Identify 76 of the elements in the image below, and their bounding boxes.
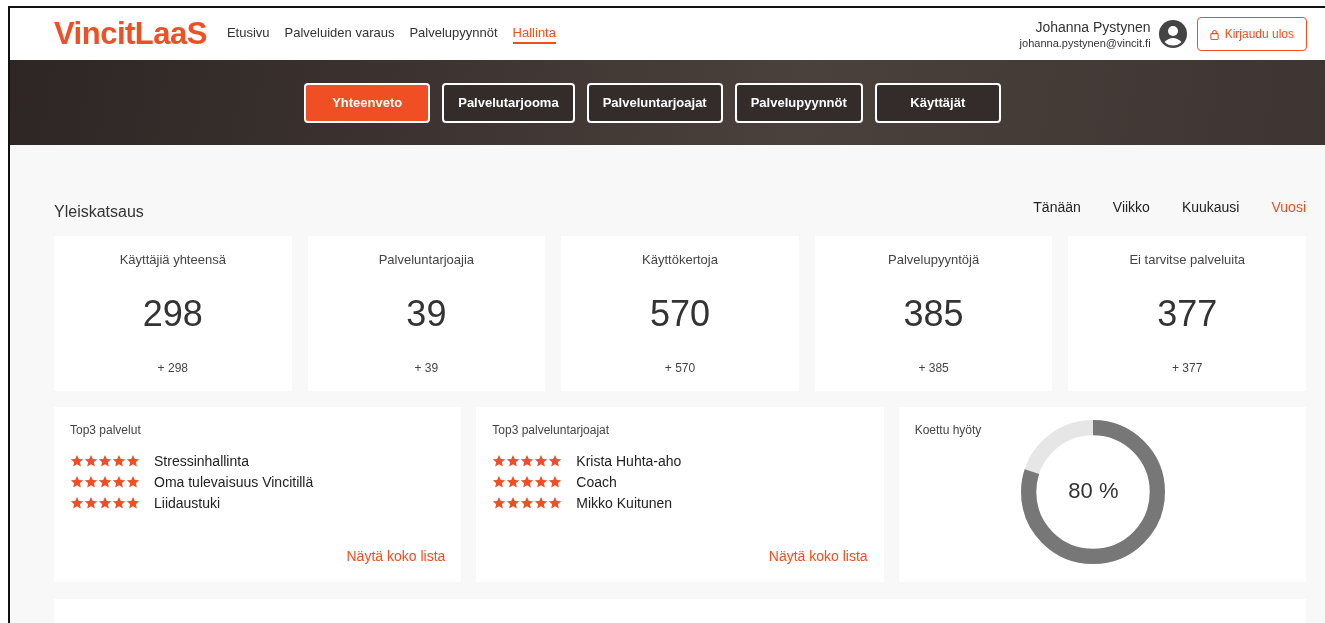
star-icon bbox=[70, 475, 84, 489]
star-icon bbox=[534, 454, 549, 468]
star-icon bbox=[520, 454, 535, 468]
star-icon bbox=[70, 454, 84, 468]
star-icon bbox=[506, 496, 521, 510]
list-item-name[interactable]: Liidaustuki bbox=[154, 495, 221, 511]
stat-value: 39 bbox=[406, 293, 447, 335]
star-icon bbox=[520, 475, 535, 489]
star-icon bbox=[506, 475, 521, 489]
stat-change: + 39 bbox=[414, 361, 439, 375]
stat-label: Käyttäjiä yhteensä bbox=[119, 252, 226, 267]
nav-link[interactable]: Etusivu bbox=[226, 24, 270, 44]
star-icon bbox=[492, 496, 507, 510]
stat-label: Palvelupyyntöjä bbox=[888, 252, 980, 267]
stat-label: Käyttökertoja bbox=[642, 252, 718, 267]
stat-change: + 570 bbox=[664, 361, 696, 375]
period-filter[interactable]: Tänään bbox=[1033, 199, 1081, 215]
star-icon bbox=[492, 454, 507, 468]
nav-link[interactable]: Palvelupyynnöt bbox=[409, 24, 498, 44]
nav-link[interactable]: Hallinta bbox=[512, 24, 556, 44]
stat-value: 377 bbox=[1157, 293, 1218, 335]
stat-value: 298 bbox=[142, 293, 203, 335]
tab[interactable]: Palveluntarjoajat bbox=[586, 82, 723, 123]
list-item-name[interactable]: Oma tulevaisuus Vincitillä bbox=[154, 474, 314, 490]
period-filter[interactable]: Kuukausi bbox=[1181, 199, 1240, 215]
user-avatar-icon[interactable] bbox=[1158, 20, 1187, 48]
star-icon bbox=[126, 475, 140, 489]
star-icon bbox=[548, 496, 563, 510]
star-icon bbox=[112, 454, 126, 468]
period-filter[interactable]: Viikko bbox=[1112, 199, 1150, 215]
star-icon bbox=[506, 454, 521, 468]
section-title: Yleiskatsaus bbox=[54, 203, 144, 221]
star-icon bbox=[112, 496, 126, 510]
star-icon bbox=[126, 496, 140, 510]
list-item-name[interactable]: Krista Huhta-aho bbox=[576, 453, 682, 469]
lock-icon bbox=[1209, 28, 1219, 40]
logout-button[interactable]: Kirjaudu ulos bbox=[1196, 17, 1307, 51]
star-icon bbox=[98, 475, 112, 489]
list-item-name[interactable]: Stressinhallinta bbox=[154, 453, 249, 469]
stat-value: 385 bbox=[903, 293, 964, 335]
star-icon bbox=[84, 475, 98, 489]
star-icon bbox=[98, 454, 112, 468]
tab[interactable]: Käyttäjät bbox=[874, 82, 1001, 123]
card-title: Top3 palveluntarjoajat bbox=[492, 423, 611, 437]
show-full-list-link[interactable]: Näytä koko lista bbox=[768, 548, 868, 564]
star-icon bbox=[520, 496, 535, 510]
logo[interactable]: VincitLaaS bbox=[54, 16, 207, 52]
tab[interactable]: Palvelutarjooma bbox=[442, 82, 575, 123]
stat-value: 570 bbox=[649, 293, 711, 335]
list-item-name[interactable]: Coach bbox=[576, 474, 617, 490]
stat-label: Palveluntarjoajia bbox=[378, 252, 475, 267]
star-icon bbox=[84, 496, 98, 510]
tab[interactable]: Yhteenveto bbox=[304, 82, 431, 123]
card-title: Top3 palvelut bbox=[70, 423, 142, 437]
user-name: Johanna Pystynen bbox=[1034, 19, 1151, 35]
star-icon bbox=[548, 475, 563, 489]
stat-change: + 377 bbox=[1172, 361, 1203, 375]
star-icon bbox=[70, 496, 84, 510]
nav-link[interactable]: Palveluiden varaus bbox=[284, 24, 395, 44]
star-icon bbox=[534, 475, 549, 489]
star-icon bbox=[534, 496, 549, 510]
tab[interactable]: Palvelupyynnöt bbox=[734, 82, 863, 123]
user-email: johanna.pystynen@vincit.fi bbox=[1019, 37, 1151, 49]
list-item-name[interactable]: Mikko Kuitunen bbox=[576, 495, 673, 511]
stat-change: + 385 bbox=[918, 361, 949, 375]
card-title: Koettu hyöty bbox=[914, 423, 982, 437]
star-icon bbox=[112, 475, 126, 489]
gauge-reading: 80 % bbox=[1067, 478, 1120, 504]
star-icon bbox=[98, 496, 112, 510]
stat-change: + 298 bbox=[157, 361, 188, 375]
star-icon bbox=[548, 454, 563, 468]
show-full-list-link[interactable]: Näytä koko lista bbox=[346, 548, 446, 564]
star-icon bbox=[492, 475, 507, 489]
star-icon bbox=[126, 454, 140, 468]
star-icon bbox=[84, 454, 98, 468]
stat-label: Ei tarvitse palveluita bbox=[1129, 252, 1245, 267]
